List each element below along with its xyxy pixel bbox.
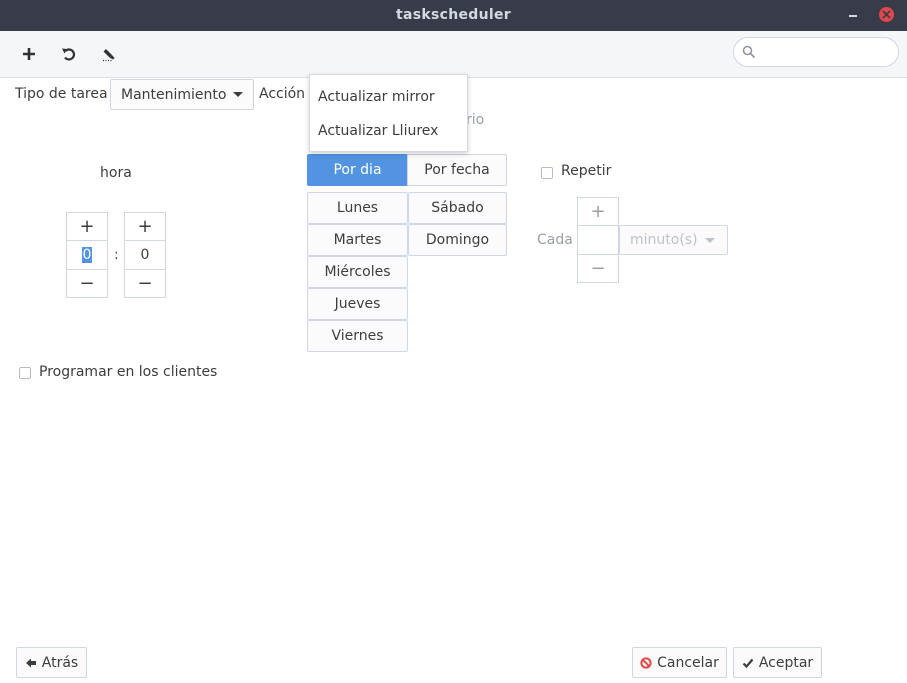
action-hint-fragment: rio [466,112,485,128]
minute-value: 0 [140,247,150,263]
clients-checkbox[interactable] [19,367,31,379]
repeat-checkbox[interactable] [541,167,553,179]
back-label: Atrás [41,654,79,671]
day-viernes-button[interactable]: Viernes [307,320,408,352]
day-domingo-button[interactable]: Domingo [408,224,507,256]
minute-increment-button[interactable]: + [124,212,166,241]
close-button[interactable] [879,7,894,22]
every-label: Cada [537,232,573,248]
add-button[interactable] [15,40,43,68]
day-miercoles-button[interactable]: Miércoles [307,256,408,288]
interval-field[interactable] [577,225,619,255]
plus-icon [23,48,35,60]
hour-value: 0 [81,247,93,263]
interval-unit-value: minuto(s) [630,232,698,248]
interval-decrement-button[interactable]: − [577,254,619,283]
taskscheduler-window: taskscheduler Tipo de tarea Mantenimient… [0,0,907,683]
menu-item-actualizar-mirror[interactable]: Actualizar mirror [318,89,435,105]
search-input[interactable] [762,42,894,64]
minimize-button[interactable] [846,8,860,22]
interval-unit-combo[interactable]: minuto(s) [619,225,728,255]
close-icon [882,10,891,19]
task-type-label: Tipo de tarea [15,86,108,102]
minute-field[interactable]: 0 [124,240,166,270]
dropdown-arrow-icon [704,237,715,243]
clients-label: Programar en los clientes [39,364,218,380]
refresh-button[interactable] [55,40,83,68]
menu-item-actualizar-lliurex[interactable]: Actualizar Lliurex [318,123,438,139]
title-bar[interactable]: taskscheduler [0,0,907,31]
hour-field[interactable]: 0 [66,240,108,270]
tab-por-dia[interactable]: Por dia [307,154,408,186]
time-separator: : [114,247,119,263]
day-sabado-button[interactable]: Sábado [408,192,507,224]
cancel-button[interactable]: Cancelar [632,647,727,678]
undo-icon [62,48,76,61]
toolbar [0,31,907,78]
interval-increment-button[interactable]: + [577,197,619,226]
repeat-label: Repetir [561,163,612,179]
arrow-left-icon [25,658,36,667]
search-icon [742,45,756,59]
accept-button[interactable]: Aceptar [733,647,822,678]
time-label: hora [100,165,132,181]
cancel-icon [640,656,652,669]
day-jueves-button[interactable]: Jueves [307,288,408,320]
hour-increment-button[interactable]: + [66,212,108,241]
action-label: Acción [259,86,306,102]
dropdown-arrow-icon [233,92,244,97]
back-button[interactable]: Atrás [16,647,87,678]
tab-por-fecha[interactable]: Por fecha [407,154,507,186]
check-icon [742,658,754,668]
action-dropdown-menu: Actualizar mirror Actualizar Lliurex [309,74,468,152]
task-type-combo[interactable]: Mantenimiento [110,79,254,110]
window-title: taskscheduler [396,7,511,23]
day-lunes-button[interactable]: Lunes [307,192,408,224]
day-martes-button[interactable]: Martes [307,224,408,256]
minute-decrement-button[interactable]: − [124,269,166,298]
cancel-label: Cancelar [657,654,719,671]
brush-icon [103,49,115,62]
task-type-value: Mantenimiento [121,86,227,103]
search-field[interactable] [733,37,899,67]
edit-button[interactable] [95,40,123,68]
accept-label: Aceptar [758,654,814,671]
hour-decrement-button[interactable]: − [66,269,108,298]
